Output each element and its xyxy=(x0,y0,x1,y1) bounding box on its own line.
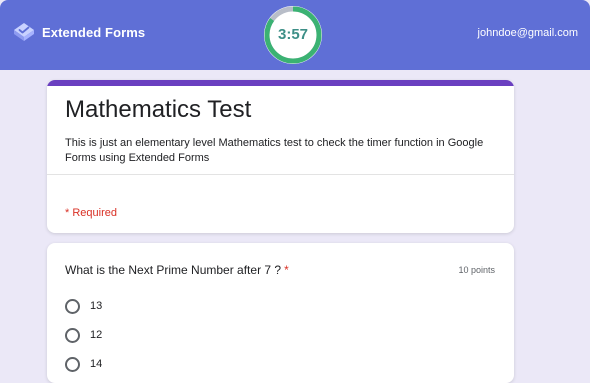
option-13[interactable]: 13 xyxy=(65,298,102,314)
divider xyxy=(47,174,514,175)
form-accent-bar xyxy=(47,80,514,86)
required-note: * Required xyxy=(65,207,117,219)
radio-button[interactable] xyxy=(65,356,80,372)
radio-button[interactable] xyxy=(65,298,80,314)
app-header: Extended Forms 3:57 johndoe@gmail.com xyxy=(0,0,590,70)
option-label: 14 xyxy=(90,358,103,370)
question-title: What is the Next Prime Number after 7 ? * xyxy=(65,263,289,277)
required-marker: * xyxy=(284,263,289,277)
brand[interactable]: Extended Forms xyxy=(12,20,145,44)
question-points: 10 points xyxy=(458,265,495,275)
brand-name: Extended Forms xyxy=(42,24,146,40)
extended-forms-logo-icon xyxy=(14,23,34,41)
question-text: What is the Next Prime Number after 7 ? xyxy=(65,263,282,277)
form-header-card: Mathematics Test This is just an element… xyxy=(47,80,514,233)
radio-button[interactable] xyxy=(65,327,80,343)
form-title: Mathematics Test xyxy=(65,96,252,123)
form-description: This is just an elementary level Mathema… xyxy=(65,137,484,164)
option-label: 12 xyxy=(90,329,103,341)
countdown-timer: 3:57 xyxy=(263,5,323,65)
question-card: What is the Next Prime Number after 7 ? *… xyxy=(47,243,514,383)
option-14[interactable]: 14 xyxy=(65,356,102,372)
option-label: 13 xyxy=(90,300,103,312)
user-email[interactable]: johndoe@gmail.com xyxy=(478,27,578,39)
timer-label: 3:57 xyxy=(277,26,309,43)
option-12[interactable]: 12 xyxy=(65,327,102,343)
